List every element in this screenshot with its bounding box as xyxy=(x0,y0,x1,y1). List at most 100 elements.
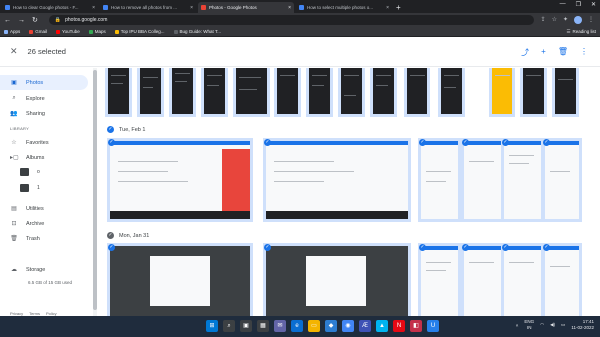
selected-check-icon[interactable]: ✓ xyxy=(502,139,509,146)
check-circle-icon[interactable]: ✓ xyxy=(107,126,114,133)
photo-thumbnail[interactable]: ✓ xyxy=(542,138,582,222)
sidebar-item-trash[interactable]: 🗑 Trash xyxy=(0,231,88,246)
selected-check-icon[interactable]: ✓ xyxy=(419,244,426,251)
netflix-icon[interactable]: N xyxy=(393,320,405,332)
app-icon[interactable]: ▲ xyxy=(376,320,388,332)
browser-tab[interactable]: How to clear Google photos - F... × xyxy=(2,2,98,13)
photo-thumbnail[interactable]: ✓ xyxy=(501,138,544,222)
sidebar-item-sharing[interactable]: 👥 Sharing xyxy=(0,106,88,121)
share-page-icon[interactable]: ⇪ xyxy=(541,16,546,24)
sidebar-item-favorites[interactable]: ☆ Favorites xyxy=(0,135,88,150)
photo-thumbnail[interactable] xyxy=(169,68,196,117)
reload-icon[interactable]: ↻ xyxy=(32,16,38,24)
url-field[interactable]: 🔒 photos.google.com xyxy=(48,15,534,25)
maximize-icon[interactable]: ❐ xyxy=(576,1,581,8)
close-tab-icon[interactable]: × xyxy=(386,5,389,11)
photo-thumbnail[interactable] xyxy=(137,68,164,117)
battery-icon[interactable]: ▭ xyxy=(561,322,565,328)
selected-check-icon[interactable]: ✓ xyxy=(462,139,469,146)
photo-thumbnail[interactable]: ✓ xyxy=(461,138,504,222)
photo-thumbnail[interactable] xyxy=(105,68,132,117)
close-tab-icon[interactable]: × xyxy=(190,5,193,11)
photo-thumbnail[interactable]: ✓ xyxy=(461,243,504,316)
office-icon[interactable]: ◧ xyxy=(410,320,422,332)
clock[interactable]: 17:41 11-02-2022 xyxy=(571,319,594,331)
photo-thumbnail[interactable] xyxy=(552,68,579,117)
photo-thumbnail[interactable]: ✓ xyxy=(263,243,411,316)
bookmark-ipu[interactable]: Top IPU BBA Colleg... xyxy=(114,29,165,34)
selected-check-icon[interactable]: ✓ xyxy=(543,244,550,251)
sidebar-item-photos[interactable]: ▣ Photos xyxy=(0,75,88,90)
bookmark-maps[interactable]: Maps xyxy=(88,29,106,34)
volume-icon[interactable]: ◀) xyxy=(550,322,555,328)
photo-thumbnail[interactable]: ✓ xyxy=(418,138,461,222)
file-explorer-icon[interactable]: ▭ xyxy=(308,320,320,332)
browser-tab[interactable]: How to select multiple photos o... × xyxy=(296,2,392,13)
photo-thumbnail[interactable]: ✓ xyxy=(107,138,253,222)
bookmark-youtube[interactable]: YouTube xyxy=(56,29,80,34)
photo-thumbnail[interactable] xyxy=(489,68,515,117)
album-item[interactable]: 1 xyxy=(20,184,40,192)
close-tab-icon[interactable]: × xyxy=(288,5,291,11)
sidebar-scrollbar[interactable] xyxy=(93,68,97,316)
store-icon[interactable]: ◆ xyxy=(325,320,337,332)
windows-start-icon[interactable]: ⊞ xyxy=(206,320,218,332)
selected-check-icon[interactable]: ✓ xyxy=(108,244,115,251)
browser-tab-active[interactable]: Photos - Google Photos × xyxy=(198,2,294,13)
widgets-icon[interactable]: ▦ xyxy=(257,320,269,332)
selected-check-icon[interactable]: ✓ xyxy=(419,139,426,146)
check-circle-icon[interactable]: ✓ xyxy=(107,232,114,239)
close-window-icon[interactable]: ✕ xyxy=(591,1,596,8)
reading-list[interactable]: ☰ Reading list xyxy=(566,29,596,35)
sidebar-item-utilities[interactable]: ▤ Utilities xyxy=(0,201,88,216)
photo-thumbnail[interactable]: ✓ xyxy=(501,243,544,316)
browser-tab[interactable]: How to remove all photos from ... × xyxy=(100,2,196,13)
forward-icon[interactable]: → xyxy=(18,17,25,24)
photo-thumbnail[interactable]: ✓ xyxy=(107,243,253,316)
profile-avatar[interactable] xyxy=(574,16,582,24)
bookmark-gmail[interactable]: Gmail xyxy=(29,29,47,34)
photo-thumbnail[interactable]: ✓ xyxy=(263,138,411,222)
close-selection-icon[interactable]: ✕ xyxy=(10,46,18,57)
back-icon[interactable]: ← xyxy=(4,17,11,24)
language-indicator[interactable]: ENG IN xyxy=(524,319,534,331)
photo-thumbnail[interactable] xyxy=(370,68,397,117)
wifi-icon[interactable]: ◠ xyxy=(540,322,544,328)
task-view-icon[interactable]: ▣ xyxy=(240,320,252,332)
photo-thumbnail[interactable] xyxy=(201,68,228,117)
chat-icon[interactable]: ✉ xyxy=(274,320,286,332)
selected-check-icon[interactable]: ✓ xyxy=(462,244,469,251)
extensions-icon[interactable]: ✦ xyxy=(563,16,568,24)
sidebar-item-albums[interactable]: ▸▢ Albums xyxy=(0,150,88,165)
photo-thumbnail[interactable] xyxy=(274,68,301,117)
photo-thumbnail[interactable] xyxy=(404,68,430,117)
scrollbar-thumb[interactable] xyxy=(93,70,97,310)
photo-thumbnail[interactable] xyxy=(438,68,465,117)
bookmark-apps[interactable]: Apps xyxy=(4,29,20,34)
search-icon[interactable]: ⌕ xyxy=(223,320,235,332)
photo-thumbnail[interactable] xyxy=(306,68,333,117)
sidebar-item-archive[interactable]: ⊡ Archive xyxy=(0,216,88,231)
photo-thumbnail[interactable]: ✓ xyxy=(418,243,461,316)
selected-check-icon[interactable]: ✓ xyxy=(108,139,115,146)
selected-check-icon[interactable]: ✓ xyxy=(264,139,271,146)
sidebar-item-explore[interactable]: ⌕ Explore xyxy=(0,91,88,106)
share-icon[interactable]: ⤴ xyxy=(521,47,529,58)
add-icon[interactable]: + xyxy=(541,47,546,58)
photo-thumbnail[interactable] xyxy=(338,68,365,117)
edge-icon[interactable]: e xyxy=(291,320,303,332)
minimize-icon[interactable]: — xyxy=(560,1,566,8)
more-options-icon[interactable]: ⋮ xyxy=(580,47,588,58)
selected-check-icon[interactable]: ✓ xyxy=(502,244,509,251)
date-group-header[interactable]: ✓ Tue, Feb 1 xyxy=(107,126,145,133)
app-icon[interactable]: U xyxy=(427,320,439,332)
photo-thumbnail[interactable] xyxy=(520,68,547,117)
chevron-up-icon[interactable]: ˄ xyxy=(516,323,519,328)
delete-icon[interactable]: 🗑 xyxy=(558,47,568,58)
bookmark-star-icon[interactable]: ☆ xyxy=(552,16,557,24)
new-tab-icon[interactable]: + xyxy=(396,2,401,13)
bookmark-bugguide[interactable]: Bug Guide: What T... xyxy=(173,29,221,34)
selected-check-icon[interactable]: ✓ xyxy=(264,244,271,251)
album-item[interactable]: o xyxy=(20,168,40,176)
close-tab-icon[interactable]: × xyxy=(92,5,95,11)
